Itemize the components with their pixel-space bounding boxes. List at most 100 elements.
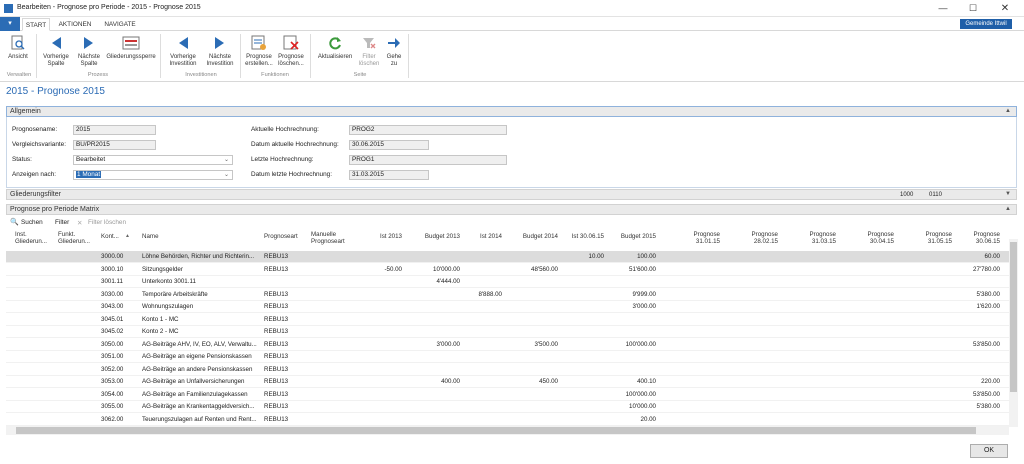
separator [408,34,409,78]
table-row[interactable]: 3000.10 Sitzungsgelder REBU13 -50.00 10'000.… [6,264,1009,276]
matrix-grid: 3000.00 Löhne Behörden, Richter und Richt… [6,251,1009,426]
letzte-hochrechnung-field[interactable]: PROG1 [349,155,507,165]
vorherige-spalte-button[interactable]: Vorherige Spalte [38,33,74,68]
col-prognose-310315[interactable]: Prognose 31.03.15 [784,231,837,245]
naechste-spalte-button[interactable]: Nächste Spalte [72,33,106,68]
prognose-loeschen-button[interactable]: Prognose löschen... [274,33,308,68]
aktuelle-hochrechnung-field[interactable]: PROG2 [349,125,507,135]
gehe-zu-button[interactable]: Gehe zu [382,33,406,68]
tab-start[interactable]: START [22,18,50,31]
aktualisieren-button[interactable]: Aktualisieren [313,33,357,61]
section-gliederungsfilter-header[interactable]: Gliederungsfilter 1000 0110 ▼ [6,189,1017,200]
maximize-icon[interactable]: ☐ [958,0,988,17]
group-verwalten-label: Verwalten [6,72,32,78]
table-row[interactable]: 3001.11 Unterkonto 3001.11 4'444.00 [6,276,1009,288]
cell-prognoseart: REBU13 [264,303,289,310]
cell-prognoseart: REBU13 [264,328,289,335]
col-name[interactable]: Name [142,233,159,240]
col-prognoseart[interactable]: Prognoseart [264,233,298,240]
table-row[interactable]: 3051.00 AG-Beiträge an eigene Pensionskas… [6,351,1009,363]
scroll-thumb[interactable] [16,427,976,434]
col-prognose-300615[interactable]: Prognose 30.06.15 [948,231,1001,245]
col-prognose-300415[interactable]: Prognose 30.04.15 [842,231,895,245]
col-manuelle-prognoseart[interactable]: Manuelle Prognoseart [311,231,357,245]
cell-prognose-300615: 220.00 [981,378,1000,385]
cell-prognoseart: REBU13 [264,340,289,348]
vertical-scrollbar[interactable] [1009,239,1018,427]
separator [240,34,241,78]
cell-konto: 3052.00 [101,365,124,373]
cell-prognoseart: REBU13 [264,315,289,323]
close-icon[interactable]: ✕ [990,0,1020,17]
table-row[interactable]: 3062.00 Teuerungszulagen auf Renten und R… [6,414,1009,426]
anzeigen-nach-select[interactable]: 1 Monat ⌄ [73,170,233,180]
table-row[interactable]: 3054.00 AG-Beiträge an Familienzulagekass… [6,389,1009,401]
cell-name: Konto 1 - MC [142,315,179,323]
separator [160,34,161,78]
scroll-thumb[interactable] [1010,242,1017,392]
table-row[interactable]: 3050.00 AG-Beiträge AHV, IV, EO, ALV, Ver… [6,339,1009,351]
table-row[interactable]: 3052.00 AG-Beiträge an andere Pensionskas… [6,364,1009,376]
filter-loeschen-button[interactable]: Filter löschen [356,33,382,68]
table-row[interactable]: 3045.01 Konto 1 - MC REBU13 [6,314,1009,326]
ok-button[interactable]: OK [970,444,1008,458]
section-matrix-header[interactable]: Prognose pro Periode Matrix ▲ [6,204,1017,215]
cell-konto: 3030.00 [101,290,124,298]
tab-aktionen[interactable]: AKTIONEN [55,18,95,31]
cell-prognose-300615: 60.00 [984,253,1000,260]
file-menu-button[interactable]: ▾ [0,17,20,31]
col-funkt-gliederung[interactable]: Funkt. Gliederun... [58,231,96,245]
table-row[interactable]: 3000.00 Löhne Behörden, Richter und Richt… [6,251,1009,263]
cell-name: Wohnungszulagen [142,303,194,310]
col-konto[interactable]: Kont... [101,233,119,240]
vergleichsvariante-field[interactable]: BU/PR2015 [73,140,156,150]
datum-letzte-hochrechnung-field[interactable]: 31.03.2015 [349,170,429,180]
cell-konto: 3053.00 [101,378,124,385]
tab-navigate[interactable]: NAVIGATE [100,18,140,31]
cell-name: Sitzungsgelder [142,265,183,273]
company-badge[interactable]: Gemeinde Ittwil [960,19,1012,29]
horizontal-scrollbar[interactable] [6,426,1009,435]
cell-prognoseart: REBU13 [264,415,289,423]
table-row[interactable]: 3055.00 AG-Beiträge an Krankentaggeldvers… [6,401,1009,413]
col-budget-2014[interactable]: Budget 2014 [510,233,558,240]
col-ist-2013[interactable]: Ist 2013 [358,233,402,240]
table-row[interactable]: 3045.02 Konto 2 - MC REBU13 [6,326,1009,338]
col-budget-2013[interactable]: Budget 2013 [412,233,460,240]
col-prognose-280215[interactable]: Prognose 28.02.15 [726,231,779,245]
col-ist-2014[interactable]: Ist 2014 [458,233,502,240]
separator [36,34,37,78]
col-ist-300615[interactable]: Ist 30.06.15 [556,233,604,240]
group-prozess-label: Prozess [87,72,109,78]
col-inst-gliederung[interactable]: Inst. Gliederun... [15,231,49,245]
table-row[interactable]: 3043.00 Wohnungszulagen REBU13 3'000.00 1'62… [6,301,1009,313]
section-allgemein-header[interactable]: Allgemein ▲ [6,106,1017,117]
cell-budget-2015: 100'000.00 [625,390,656,398]
status-select[interactable]: Bearbeitet ⌄ [73,155,233,165]
prognosename-field[interactable]: 2015 [73,125,156,135]
filter-button[interactable]: Filter [55,219,69,226]
suchen-button[interactable]: Suchen [21,219,43,226]
col-budget-2015[interactable]: Budget 2015 [608,233,656,240]
cell-konto: 3000.00 [101,253,124,260]
cell-prognoseart: REBU13 [264,265,289,273]
minimize-icon[interactable]: — [928,0,958,17]
lock-icon [104,33,158,53]
vorherige-investition-button[interactable]: Vorherige Investition [163,33,203,68]
ansicht-button[interactable]: Ansicht [2,33,34,61]
arrow-right-icon [200,33,240,53]
col-prognose-310515[interactable]: Prognose 31.05.15 [900,231,953,245]
cell-prognoseart: REBU13 [264,290,289,298]
table-row[interactable]: 3030.00 Temporäre Arbeitskräfte REBU13 8'88… [6,289,1009,301]
naechste-investition-button[interactable]: Nächste Investition [200,33,240,68]
datum-aktuelle-hochrechnung-field[interactable]: 30.06.2015 [349,140,429,150]
filter-value-1: 1000 [900,192,914,198]
table-row[interactable]: 3053.00 AG-Beiträge an Unfallversicherung… [6,376,1009,388]
matrix-toolbar: 🔍 Suchen Filter ✕ Filter löschen [6,217,1017,228]
gliederungssperre-button[interactable]: Gliederungssperre [104,33,158,61]
prognose-erstellen-button[interactable]: Prognose erstellen... [242,33,276,68]
col-prognose-310115[interactable]: Prognose 31.01.15 [668,231,721,245]
cell-budget-2015: 10'000.00 [629,403,656,410]
filter-loeschen-link[interactable]: Filter löschen [88,219,126,226]
cell-prognoseart: REBU13 [264,403,289,410]
